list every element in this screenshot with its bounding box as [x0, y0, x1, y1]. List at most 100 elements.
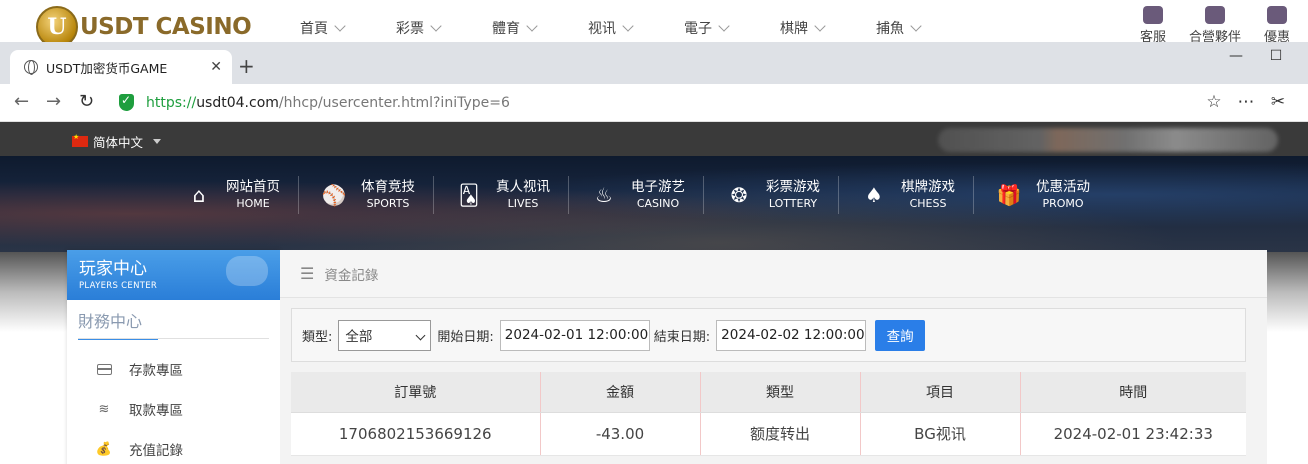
sidebar-item-withdraw[interactable]: ≋ 取款專區 [67, 389, 280, 429]
start-date-value: 2024-02-01 12:00:00 [504, 327, 649, 343]
panel-header: ☰ 資金記錄 [280, 250, 1267, 298]
background-site-header: U USDT CASINO 首頁 彩票 體育 视讯 電子 棋牌 捕魚 客服 合營… [0, 0, 1308, 44]
site-right-links: 客服 合營夥伴 優惠 [1122, 6, 1308, 44]
nav-item-promo[interactable]: 🎁 优惠活动 PROMO [992, 176, 1108, 214]
nav-item-chess[interactable]: ♠ 棋牌游戏 CHESS [857, 176, 974, 214]
nav-item-casino[interactable]: ♨ 电子游艺 CASINO [587, 176, 704, 214]
chevron-down-icon [430, 20, 442, 32]
url-host: usdt04.com [196, 95, 279, 111]
nav-item-lives[interactable]: 🂡 真人视讯 LIVES [452, 176, 569, 214]
site-menu-item[interactable]: 视讯 [588, 18, 634, 38]
amount-cell: -43.00 [540, 412, 701, 456]
tab-bar: USDT加密货币GAME ✕ + — ☐ [0, 42, 1308, 84]
page-content: 简体中文 ⌂ 网站首页 HOME ⚾ 体育竞技 SPORTS 🂡 真人视讯 LIVES ♨ 电… [0, 122, 1308, 464]
site-menu-item[interactable]: 電子 [684, 18, 730, 38]
more-options-icon[interactable]: ⋯ [1230, 92, 1262, 112]
end-date-input[interactable]: 2024-02-02 12:00:00 [716, 319, 867, 351]
language-selector[interactable]: 简体中文 [72, 132, 162, 151]
language-label: 简体中文 [93, 135, 144, 150]
caret-down-icon [153, 139, 162, 144]
maximize-button[interactable]: ☐ [1256, 48, 1296, 64]
bookmark-star-icon[interactable]: ☆ [1198, 92, 1230, 112]
sidebar-item-label: 取款專區 [129, 403, 183, 419]
chevron-down-icon [910, 20, 922, 32]
address-bar: ← → ↻ https://usdt04.com/hhcp/usercenter… [0, 84, 1308, 122]
back-button[interactable]: ← [14, 93, 29, 111]
scissors-icon[interactable]: ✂ [1262, 92, 1294, 112]
logo-text: USDT CASINO [80, 14, 252, 40]
filter-bar: 類型: 全部 開始日期: 2024-02-01 12:00:00 結束日期: 2… [291, 308, 1246, 362]
nav-item-home[interactable]: ⌂ 网站首页 HOME [182, 176, 299, 214]
nav-label-en: HOME [236, 197, 270, 210]
column-header: 類型 [700, 372, 861, 413]
promo-link[interactable]: 優惠 [1246, 6, 1308, 44]
site-logo[interactable]: U USDT CASINO [36, 6, 252, 44]
panel-title: 資金記錄 [324, 267, 379, 284]
site-menu-item[interactable]: 體育 [492, 18, 538, 38]
sidebar-item-recharge-records[interactable]: 💰 充值記錄 [67, 429, 280, 464]
nav-label-en: LOTTERY [768, 197, 818, 210]
reload-button[interactable]: ↻ [79, 93, 94, 111]
blurred-account-info [938, 128, 1278, 152]
customer-service-link[interactable]: 客服 [1122, 6, 1184, 44]
nav-item-lottery[interactable]: ❂ 彩票游戏 LOTTERY [722, 176, 839, 214]
time-cell: 2024-02-01 23:42:33 [1020, 412, 1246, 456]
site-menu-label: 電子 [684, 21, 712, 37]
column-header: 訂單號 [291, 372, 541, 413]
main-panel: ☰ 資金記錄 類型: 全部 開始日期: 2024-02-01 12:00:00 … [280, 250, 1267, 464]
type-label: 類型: [302, 329, 333, 345]
chevron-down-icon [814, 20, 826, 32]
globe-icon [24, 60, 38, 75]
column-header: 時間 [1020, 372, 1246, 413]
type-select[interactable]: 全部 [338, 319, 432, 351]
player-sidebar: 玩家中心 PLAYERS CENTER 財務中心 存款專區 ≋ 取款專區 💰 充… [67, 250, 280, 464]
withdraw-icon: ≋ [98, 401, 110, 417]
chevron-down-icon [526, 20, 538, 32]
moneybag-icon: 💰 [95, 441, 113, 457]
nav-label-en: CASINO [636, 197, 680, 210]
query-button[interactable]: 查詢 [875, 319, 926, 351]
order-number-cell: 1706802153669126 [291, 412, 541, 456]
url-field[interactable]: https://usdt04.com/hhcp/usercenter.html?… [146, 95, 510, 111]
site-menu-label: 體育 [492, 21, 520, 37]
minimize-button[interactable]: — [1216, 48, 1256, 64]
site-menu-item[interactable]: 首頁 [300, 18, 346, 38]
cards-icon: 🂡 [458, 183, 480, 207]
start-date-label: 開始日期: [437, 329, 494, 345]
secure-shield-icon[interactable] [119, 93, 134, 111]
window-controls: — ☐ [1216, 48, 1296, 64]
chevron-down-icon [334, 20, 346, 32]
new-tab-button[interactable]: + [238, 56, 255, 76]
site-menu-item[interactable]: 棋牌 [780, 18, 826, 38]
nav-item-sports[interactable]: ⚾ 体育竞技 SPORTS [317, 176, 434, 214]
sidebar-item-deposit[interactable]: 存款專區 [67, 349, 280, 389]
top-strip: 简体中文 [0, 122, 1308, 156]
site-menu-label: 棋牌 [780, 21, 808, 37]
sidebar-section-title: 財務中心 [78, 308, 158, 340]
site-menu-item[interactable]: 捕魚 [876, 18, 922, 38]
close-tab-icon[interactable]: ✕ [210, 59, 222, 75]
chat-icon [1143, 6, 1163, 24]
nav-label-cn: 优惠活动 [1036, 179, 1090, 195]
item-cell: BG视讯 [860, 412, 1021, 456]
url-scheme: https:// [146, 95, 197, 111]
nav-label-cn: 网站首页 [226, 179, 280, 195]
fund-records-table: 訂單號 金額 類型 項目 時間 1706802153669126 -43.00 … [291, 372, 1246, 456]
browser-tab[interactable]: USDT加密货币GAME ✕ [10, 50, 232, 84]
forward-button[interactable]: → [46, 93, 61, 111]
nav-label-cn: 电子游艺 [631, 179, 685, 195]
partner-link[interactable]: 合營夥伴 [1184, 6, 1246, 44]
nav-label-en: CHESS [909, 197, 947, 210]
type-cell: 额度转出 [700, 412, 861, 456]
lottery-icon: ❂ [730, 183, 748, 207]
people-icon [1205, 6, 1225, 24]
start-date-input[interactable]: 2024-02-01 12:00:00 [499, 319, 650, 351]
spade-icon: ♠ [865, 183, 883, 207]
hero-banner: ⌂ 网站首页 HOME ⚾ 体育竞技 SPORTS 🂡 真人视讯 LIVES ♨ 电子游艺 CA… [0, 156, 1308, 252]
url-path: /hhcp/usercenter.html?iniType=6 [278, 95, 510, 111]
site-menu-item[interactable]: 彩票 [396, 18, 442, 38]
browser-window: USDT加密货币GAME ✕ + — ☐ ← → ↻ https://usdt0… [0, 42, 1308, 464]
logo-coin-icon: U [36, 6, 78, 44]
nav-label-cn: 棋牌游戏 [901, 179, 955, 195]
sidebar-item-label: 存款專區 [129, 363, 183, 379]
